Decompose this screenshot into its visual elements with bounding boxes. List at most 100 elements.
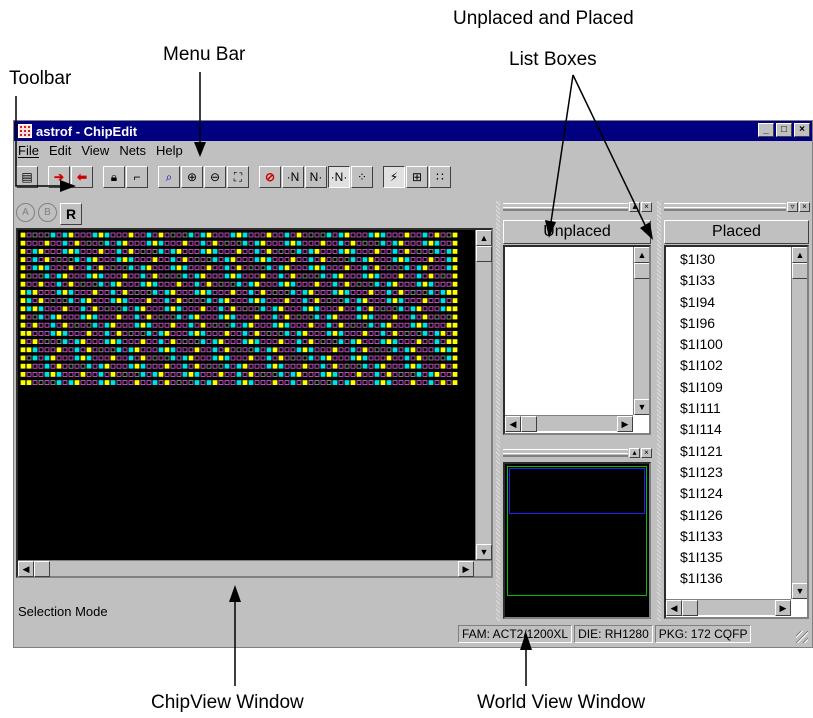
scroll-thumb-h[interactable] <box>521 416 537 432</box>
unlock-icon[interactable]: ⌐ <box>126 166 148 188</box>
scroll-thumb[interactable] <box>792 263 807 279</box>
callout-worldview: World View Window <box>477 692 646 713</box>
menu-nets[interactable]: Nets <box>115 142 152 161</box>
status-text: Selection Mode <box>18 604 108 619</box>
scroll-up-button[interactable]: ▲ <box>634 247 649 263</box>
scroll-down-button[interactable]: ▼ <box>792 583 807 599</box>
toolbar: ▤ ➔ ⬅ 🔒︎ ⌐ ⌕ ⊕ ⊖ ⛶ ⊘ ·N N· ·N· ⁘ ⚡︎ ⊞ ∷ <box>16 164 451 190</box>
placed-list-item[interactable]: $1I100 <box>666 334 791 355</box>
placed-vertical-scrollbar[interactable]: ▲ ▼ <box>791 247 807 599</box>
placed-list-item[interactable]: $1I111 <box>666 398 791 419</box>
place-icon[interactable]: ⊞ <box>406 166 428 188</box>
chipview-window[interactable]: ▲ ▼ ◀ ▶ <box>16 228 493 578</box>
scroll-thumb-h[interactable] <box>34 561 50 577</box>
scroll-down-button[interactable]: ▼ <box>634 399 649 415</box>
placed-list-item[interactable]: $1I124 <box>666 483 791 504</box>
save-icon[interactable]: ▤ <box>16 166 38 188</box>
window-title: astrof - ChipEdit <box>36 123 138 139</box>
scroll-left-button[interactable]: ◀ <box>18 561 34 577</box>
callout-list-boxes: List Boxes <box>509 49 597 70</box>
chipedit-window: astrof - ChipEdit _ □ × File Edit View N… <box>13 120 813 648</box>
menu-file[interactable]: File <box>14 142 45 161</box>
placed-list-item[interactable]: $1I33 <box>666 270 791 291</box>
placed-list-item[interactable]: $1I133 <box>666 526 791 547</box>
placed-list-item[interactable]: $1I123 <box>666 462 791 483</box>
worldview-view-rect[interactable] <box>509 468 645 514</box>
callout-chipview: ChipView Window <box>151 692 304 713</box>
placed-list-item[interactable]: $1I126 <box>666 505 791 526</box>
placed-list-item[interactable]: $1I136 <box>666 568 791 589</box>
status-bar: FAM: ACT2/1200XL DIE: RH1280 PKG: 172 CQ… <box>458 625 752 643</box>
no-nets-icon[interactable]: ⊘ <box>259 166 281 188</box>
title-bar[interactable]: astrof - ChipEdit _ □ × <box>14 121 812 141</box>
panel-maximize-button[interactable]: ▴ <box>629 448 640 458</box>
scroll-left-button[interactable]: ◀ <box>505 416 521 432</box>
mode-a-button[interactable]: A <box>16 203 35 222</box>
scroll-left-button[interactable]: ◀ <box>666 600 682 616</box>
net-in-icon[interactable]: ·N <box>282 166 304 188</box>
placed-horizontal-scrollbar[interactable]: ◀ ▶ <box>666 599 791 616</box>
scroll-thumb-h[interactable] <box>682 600 698 616</box>
placed-list-item[interactable]: $1I109 <box>666 377 791 398</box>
panel-close-button[interactable]: × <box>641 202 652 212</box>
placed-list-item[interactable]: $1I102 <box>666 355 791 376</box>
chipview-vertical-scrollbar[interactable]: ▲ ▼ <box>475 230 492 560</box>
draw-icon[interactable]: ⚡︎ <box>383 166 405 188</box>
resize-grip[interactable] <box>796 631 808 643</box>
placed-listbox[interactable]: $1I30 $1I33 $1I94 $1I96 $1I100 $1I102 $1I109 $1… <box>664 245 809 619</box>
placed-list-item[interactable]: $1I114 <box>666 419 791 440</box>
worldview-panel: ▴ × <box>501 447 654 619</box>
placed-panel: ▿ × Placed $1I30 $1I33 $1I94 $1I96 $1I100 $1I1… <box>662 201 812 621</box>
scroll-right-button[interactable]: ▶ <box>617 416 633 432</box>
mode-r-button[interactable]: R <box>60 203 82 225</box>
zoom-out-icon[interactable]: ⊖ <box>204 166 226 188</box>
splitter-right[interactable] <box>657 201 661 621</box>
placed-list-item[interactable]: $1I30 <box>666 249 791 270</box>
net-all-icon[interactable]: ·N· <box>328 166 350 188</box>
callout-unplaced-placed: Unplaced and Placed <box>453 8 634 29</box>
scroll-right-button[interactable]: ▶ <box>775 600 791 616</box>
mode-buttons: A B R <box>16 203 82 225</box>
unplaced-vertical-scrollbar[interactable]: ▲ ▼ <box>633 247 649 415</box>
placed-list-item[interactable]: $1I96 <box>666 313 791 334</box>
scroll-thumb[interactable] <box>634 263 649 279</box>
menu-help[interactable]: Help <box>152 142 189 161</box>
grid-icon[interactable]: ∷ <box>429 166 451 188</box>
placed-list-item[interactable]: $1I121 <box>666 441 791 462</box>
lock-icon[interactable]: 🔒︎ <box>103 166 125 188</box>
splitter[interactable] <box>496 201 500 621</box>
zoom-select-icon[interactable]: ⌕ <box>158 166 180 188</box>
scroll-down-button[interactable]: ▼ <box>476 544 492 560</box>
close-button[interactable]: × <box>794 123 810 137</box>
chipview-horizontal-scrollbar[interactable]: ◀ ▶ <box>18 560 491 577</box>
scroll-up-button[interactable]: ▲ <box>792 247 807 263</box>
panel-maximize-button[interactable]: ▴ <box>629 202 640 212</box>
placed-list-item[interactable]: $1I135 <box>666 547 791 568</box>
unplaced-listbox[interactable]: ▲ ▼ ◀ ▶ <box>503 245 651 435</box>
minimize-button[interactable]: _ <box>758 123 774 137</box>
scroll-thumb[interactable] <box>476 246 492 262</box>
menu-edit[interactable]: Edit <box>45 142 77 161</box>
scroll-right-button[interactable]: ▶ <box>458 561 474 577</box>
scatter-icon[interactable]: ⁘ <box>351 166 373 188</box>
panel-close-button[interactable]: × <box>799 202 810 212</box>
chip-cell-grid[interactable] <box>20 232 460 390</box>
unplaced-horizontal-scrollbar[interactable]: ◀ ▶ <box>505 415 633 432</box>
maximize-button[interactable]: □ <box>776 123 792 137</box>
export-icon[interactable]: ⬅ <box>71 166 93 188</box>
placed-header[interactable]: Placed <box>664 220 809 244</box>
mode-b-button[interactable]: B <box>38 203 57 222</box>
import-icon[interactable]: ➔ <box>48 166 70 188</box>
panel-maximize-button[interactable]: ▿ <box>787 202 798 212</box>
scroll-up-button[interactable]: ▲ <box>476 230 492 246</box>
unplaced-header[interactable]: Unplaced <box>503 220 651 244</box>
callout-toolbar: Toolbar <box>9 68 72 89</box>
placed-list-item[interactable]: $1I94 <box>666 292 791 313</box>
menu-view[interactable]: View <box>77 142 115 161</box>
zoom-in-icon[interactable]: ⊕ <box>181 166 203 188</box>
worldview-window[interactable] <box>503 462 651 619</box>
net-out-icon[interactable]: N· <box>305 166 327 188</box>
panel-close-button[interactable]: × <box>641 448 652 458</box>
zoom-fit-icon[interactable]: ⛶ <box>227 166 249 188</box>
die-field: DIE: RH1280 <box>574 625 653 643</box>
